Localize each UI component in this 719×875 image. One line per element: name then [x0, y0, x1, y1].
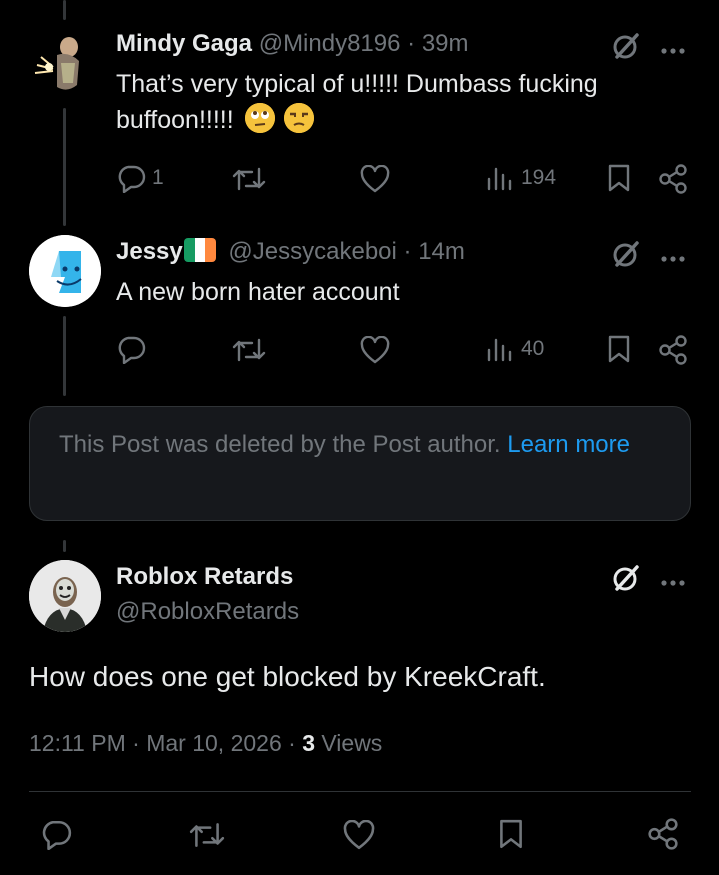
thread-line-1 [63, 108, 66, 226]
retweet-icon [232, 338, 266, 362]
views-icon [487, 167, 512, 191]
bookmark-icon [608, 164, 630, 192]
reply1-bookmark-button[interactable] [607, 163, 631, 193]
more-icon[interactable] [660, 42, 686, 60]
reply2-like-button[interactable] [360, 336, 390, 364]
reply2-share-button[interactable] [658, 335, 688, 365]
reply2-name[interactable]: Jessy [116, 238, 183, 265]
main-sep2: · [288, 730, 296, 756]
grok-icon[interactable] [610, 30, 642, 67]
unamused-face-icon [283, 103, 314, 133]
reply2-handle[interactable]: @Jessycakeboi [228, 238, 396, 265]
main-handle[interactable]: @RobloxRetards [116, 598, 299, 626]
main-name-line: Roblox Retards [116, 563, 293, 591]
main-divider [29, 791, 691, 792]
main-bookmark-button[interactable] [498, 818, 524, 850]
main-share-button[interactable] [647, 818, 679, 850]
reply-icon [118, 165, 146, 193]
deleted-post-notice: This Post was deleted by the Post author… [29, 406, 691, 521]
main-name[interactable]: Roblox Retards [116, 563, 293, 590]
thread-line-top [63, 0, 66, 20]
thread-line-2 [63, 316, 66, 396]
reply1-header: Mindy Gaga @Mindy8196 · 39m [116, 30, 469, 58]
main-views-label: Views [321, 730, 383, 756]
more-icon[interactable] [660, 574, 686, 592]
reply1-text: That’s very typical of u!!!!! Dumbass fu… [116, 70, 598, 134]
deleted-post-text: This Post was deleted by the Post author… [59, 431, 501, 458]
reply2-text: A new born hater account [116, 278, 400, 306]
main-post-text: How does one get blocked by KreekCraft. [29, 661, 546, 692]
avatar-mindy[interactable] [31, 27, 97, 103]
reply1-handle[interactable]: @Mindy8196 [259, 30, 401, 57]
heart-icon [360, 165, 390, 193]
reply1-views-count: 194 [521, 166, 557, 189]
reply1-time[interactable]: 39m [422, 30, 469, 57]
learn-more-link[interactable]: Learn more [507, 431, 630, 458]
share-icon [648, 818, 678, 850]
main-date[interactable]: Mar 10, 2026 [146, 730, 282, 756]
reply1-like-button[interactable] [360, 165, 390, 193]
retweet-icon [232, 167, 266, 191]
reply2-views-count: 40 [521, 337, 545, 360]
reply1-text-block: That’s very typical of u!!!!! Dumbass fu… [116, 66, 676, 138]
bookmark-icon [500, 819, 522, 849]
main-like-button[interactable] [343, 820, 375, 850]
reply1-share-button[interactable] [658, 164, 688, 194]
heart-icon [343, 820, 375, 850]
reply1-views-button[interactable]: 194 [486, 165, 556, 191]
ireland-flag-icon [183, 238, 216, 262]
reply2-bookmark-button[interactable] [607, 334, 631, 364]
reply1-sep: · [407, 30, 416, 57]
more-icon[interactable] [660, 250, 686, 268]
views-icon [487, 338, 512, 362]
retweet-icon [189, 823, 225, 847]
face-with-rolling-eyes-icon [244, 103, 275, 133]
share-icon [659, 164, 687, 194]
avatar-roblox-retards[interactable] [29, 560, 101, 632]
main-meta: 12:11 PM · Mar 10, 2026 · 3 Views [29, 730, 382, 757]
main-sep1: · [132, 730, 140, 756]
bookmark-icon [608, 335, 630, 363]
reply2-reply-button[interactable] [116, 334, 146, 364]
reply1-reply-count: 1 [152, 166, 164, 189]
share-icon [659, 335, 687, 365]
grok-icon[interactable] [610, 238, 642, 275]
reply1-name[interactable]: Mindy Gaga [116, 30, 252, 57]
reply2-views-button[interactable]: 40 [486, 336, 544, 362]
reply1-retweet-button[interactable] [232, 164, 266, 194]
main-retweet-button[interactable] [189, 819, 225, 851]
thread-line-3 [63, 540, 66, 552]
reply-icon [118, 336, 146, 364]
reply2-sep: · [403, 238, 412, 265]
reply2-retweet-button[interactable] [232, 335, 266, 365]
reply2-header: Jessy @Jessycakeboi · 14m [116, 238, 465, 266]
avatar-jessy[interactable] [29, 235, 101, 307]
main-time[interactable]: 12:11 PM [29, 730, 126, 756]
main-reply-button[interactable] [40, 818, 72, 850]
reply1-reply-button[interactable]: 1 [116, 163, 164, 193]
reply-icon [42, 820, 72, 850]
reply2-time[interactable]: 14m [418, 238, 465, 265]
heart-icon [360, 336, 390, 364]
grok-icon[interactable] [610, 562, 642, 599]
main-views-count: 3 [302, 730, 315, 756]
